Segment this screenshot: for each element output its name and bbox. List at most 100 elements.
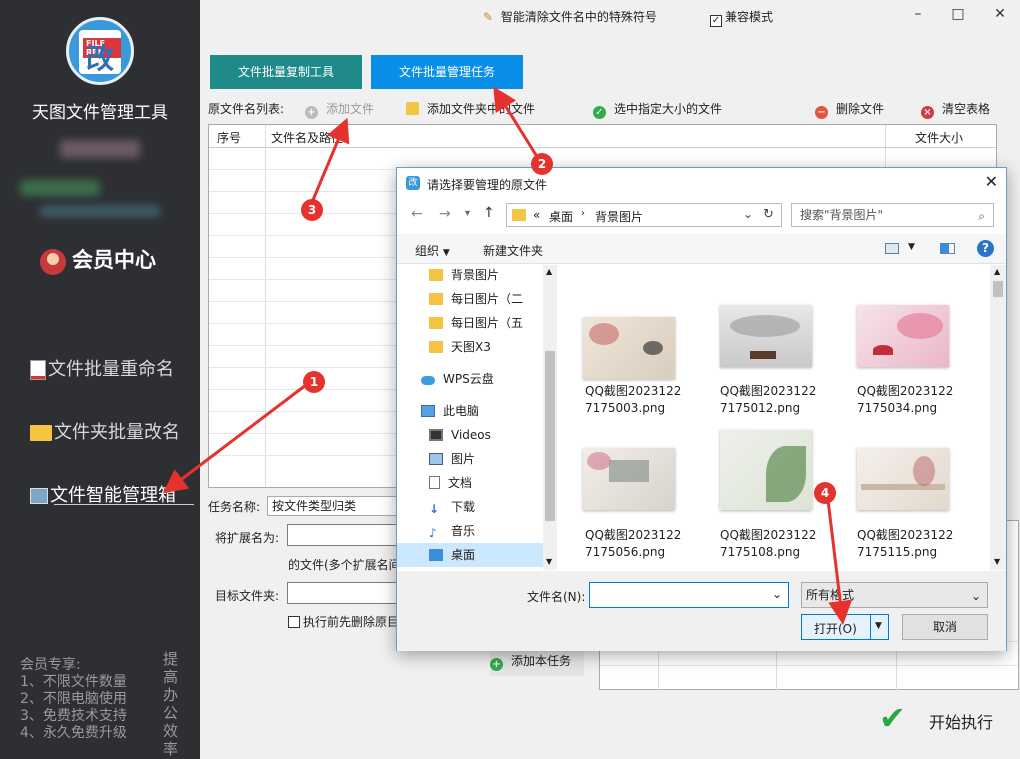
tree-scrollbar[interactable]: ▲ ▼ [543, 265, 557, 570]
tree-item[interactable]: ↓ 下载 [397, 495, 543, 519]
tree-item[interactable]: Videos [397, 423, 543, 447]
start-button[interactable]: ✔ 开始执行 [857, 692, 1009, 744]
tab-batch-copy[interactable]: 文件批量复制工具 [210, 55, 362, 89]
tree-item[interactable]: 图片 [397, 447, 543, 471]
breadcrumb-desktop[interactable]: 桌面 [549, 208, 573, 225]
compat-mode-checkbox[interactable]: ✓ 兼容模式 [710, 8, 773, 27]
add-folder-button[interactable]: 添加文件夹中的文件 [406, 100, 535, 117]
refresh-icon[interactable]: ↻ [763, 207, 774, 222]
extension-input[interactable] [287, 524, 399, 546]
add-task-button[interactable]: + 添加本任务 [490, 650, 584, 676]
tree-item[interactable]: 此电脑 [397, 399, 543, 423]
folder-icon [429, 269, 443, 281]
document-icon [30, 360, 46, 380]
filename-input[interactable]: ⌄ [589, 582, 789, 608]
new-folder-button[interactable]: 新建文件夹 [483, 242, 543, 259]
file-name[interactable]: QQ截图20231227175108.png [720, 527, 820, 561]
file-name[interactable]: QQ截图20231227175003.png [585, 383, 685, 417]
file-thumbnail[interactable] [857, 305, 949, 367]
path-overflow[interactable]: « [533, 208, 540, 222]
help-icon[interactable]: ? [977, 240, 994, 257]
file-thumbnail[interactable] [720, 305, 812, 367]
file-thumbnail[interactable] [583, 448, 675, 510]
plus-icon: + [305, 106, 318, 119]
scroll-thumb[interactable] [993, 281, 1003, 297]
forward-arrow-icon[interactable]: → [439, 206, 451, 222]
manager-icon [30, 488, 48, 504]
search-input[interactable]: 搜索"背景图片" ⌕ [791, 203, 994, 227]
blurred-info-2 [40, 205, 160, 217]
clean-symbols-tip[interactable]: ✎ 智能清除文件名中的特殊符号 [483, 8, 657, 25]
up-arrow-icon[interactable]: ↑ [483, 205, 495, 221]
chevron-down-icon[interactable]: ⌄ [772, 587, 782, 601]
tree-item[interactable]: WPS云盘 [397, 367, 543, 391]
compat-label: 兼容模式 [725, 10, 774, 24]
add-file-button[interactable]: + 添加文件 [305, 100, 374, 119]
tip-label: 智能清除文件名中的特殊符号 [500, 10, 657, 24]
folder-icon [429, 317, 443, 329]
nav-folder-rename[interactable]: 文件夹批量改名 [30, 418, 180, 444]
tree-item[interactable]: 文档 [397, 471, 543, 495]
dialog-close-button[interactable]: ✕ [985, 172, 998, 191]
preview-pane-icon[interactable] [940, 243, 955, 254]
nav-batch-rename[interactable]: 文件批量重命名 [30, 355, 174, 381]
breadcrumb-background[interactable]: 背景图片 [595, 208, 643, 225]
scroll-up-icon[interactable]: ▲ [546, 267, 552, 276]
checkbox-icon [288, 616, 300, 628]
folder-icon [429, 341, 443, 353]
nav-batch-rename-label: 文件批量重命名 [48, 359, 174, 380]
open-button[interactable]: 打开(O) ▼ [801, 614, 889, 640]
view-chevron-icon[interactable]: ▼ [908, 242, 915, 252]
tree-item[interactable]: 背景图片 [397, 263, 543, 287]
file-thumbnail[interactable] [583, 317, 675, 379]
target-folder-input[interactable] [287, 582, 399, 604]
scroll-thumb[interactable] [545, 351, 555, 521]
clear-table-button[interactable]: × 清空表格 [921, 100, 990, 119]
tab-batch-manage[interactable]: 文件批量管理任务 [371, 55, 523, 89]
dialog-title: 请选择要管理的原文件 [427, 178, 548, 192]
maximize-button[interactable]: □ [943, 6, 973, 22]
history-chevron-icon[interactable]: ▾ [465, 208, 470, 219]
tree-item-selected[interactable]: 桌面 [397, 543, 543, 567]
file-type-filter[interactable]: 所有格式 ⌄ [801, 582, 988, 608]
dropdown-chevron-icon[interactable]: ⌄ [743, 207, 753, 221]
tree-item[interactable]: 天图X3 [397, 335, 543, 359]
delete-file-button[interactable]: − 删除文件 [815, 100, 884, 119]
task-name-select[interactable]: 按文件类型归类 [267, 496, 397, 516]
navigation-tree[interactable]: 背景图片 每日图片（二 每日图片（五 天图X3 WPS云盘 此电脑 Videos… [397, 265, 557, 570]
select-size-button[interactable]: ✓ 选中指定大小的文件 [593, 100, 722, 119]
perks-list: 会员专享: 1、不限文件数量 2、不限电脑使用 3、免费技术支持 4、永久免费升… [20, 657, 127, 742]
file-thumbnail[interactable] [857, 448, 949, 510]
tree-item[interactable]: 每日图片（五 [397, 311, 543, 335]
scroll-up-icon[interactable]: ▲ [994, 267, 1000, 276]
file-grid[interactable]: QQ截图20231227175003.png QQ截图2023122717501… [563, 265, 990, 570]
member-center-button[interactable]: 会员中心 [40, 244, 156, 275]
delete-before-label: 执行前先删除原目 [303, 615, 400, 629]
tree-item[interactable]: ♪ 音乐 [397, 519, 543, 543]
col-header-path[interactable]: 文件名及路径 [271, 129, 343, 146]
close-button[interactable]: ✕ [985, 6, 1015, 22]
col-header-size[interactable]: 文件大小 [915, 129, 963, 146]
minimize-button[interactable]: – [903, 6, 933, 22]
delete-before-checkbox[interactable]: 执行前先删除原目 [288, 613, 399, 630]
organize-label: 组织 [415, 244, 440, 258]
app-logo: FILE REN 改 [66, 17, 134, 85]
scroll-down-icon[interactable]: ▼ [994, 557, 1000, 566]
file-name[interactable]: QQ截图20231227175034.png [857, 383, 957, 417]
file-name[interactable]: QQ截图20231227175012.png [720, 383, 820, 417]
back-arrow-icon[interactable]: ← [411, 206, 423, 222]
col-header-index[interactable]: 序号 [217, 129, 241, 146]
file-name[interactable]: QQ截图20231227175115.png [857, 527, 957, 561]
cancel-button[interactable]: 取消 [902, 614, 988, 640]
file-grid-scrollbar[interactable]: ▲ ▼ [990, 265, 1006, 570]
view-mode-icon[interactable] [885, 243, 899, 254]
cloud-icon [421, 376, 435, 385]
file-name[interactable]: QQ截图20231227175056.png [585, 527, 685, 561]
tree-item-label: 音乐 [451, 524, 476, 538]
open-dropdown-icon[interactable]: ▼ [875, 621, 882, 631]
tree-item[interactable]: 每日图片（二 [397, 287, 543, 311]
organize-menu[interactable]: 组织 ▼ [415, 242, 450, 259]
address-bar[interactable]: « 桌面 › 背景图片 ⌄ ↻ [506, 203, 782, 227]
scroll-down-icon[interactable]: ▼ [546, 557, 552, 566]
file-thumbnail[interactable] [720, 430, 812, 510]
